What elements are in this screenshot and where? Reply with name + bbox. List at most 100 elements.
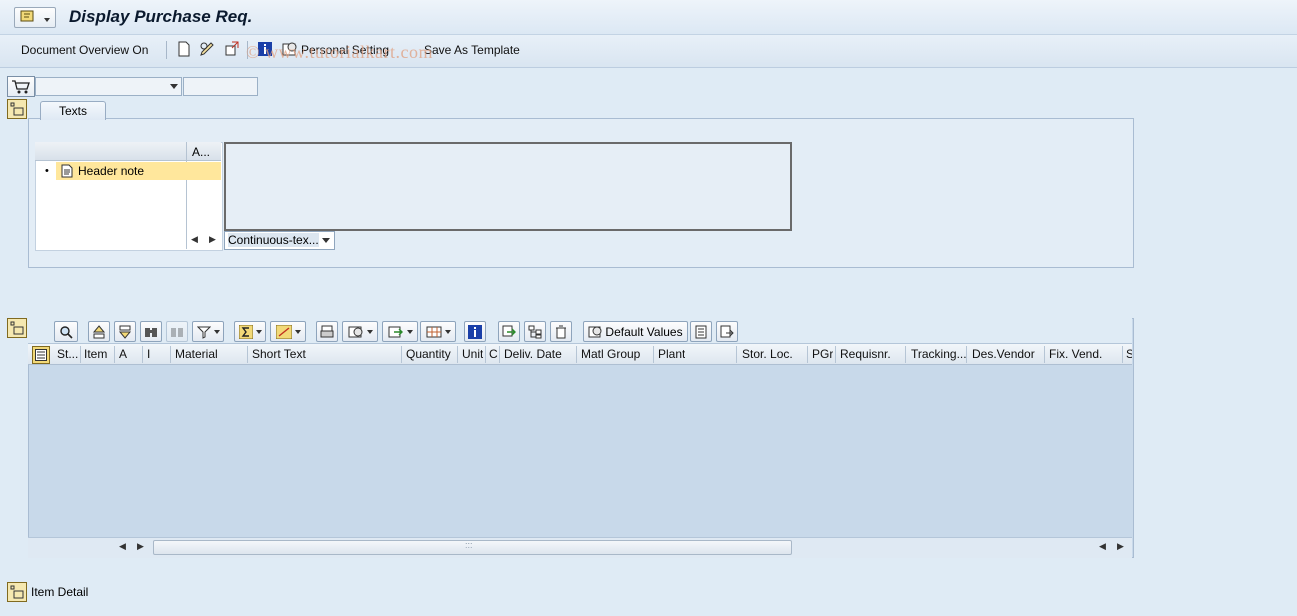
watermark: © www.tutorialkart.com bbox=[246, 42, 433, 62]
expand-section-icon bbox=[10, 585, 24, 599]
dropdown-icon bbox=[366, 329, 373, 334]
toolbar-separator bbox=[166, 41, 167, 59]
column-header-plant[interactable]: Plant bbox=[658, 347, 685, 361]
trash-icon bbox=[556, 325, 566, 338]
cart-button[interactable] bbox=[7, 76, 35, 97]
column-separator bbox=[1044, 346, 1045, 363]
layout-grid-icon bbox=[426, 326, 441, 337]
column-header-status[interactable]: St... bbox=[57, 347, 79, 361]
new-document-icon[interactable] bbox=[175, 40, 193, 58]
sum-icon bbox=[238, 324, 253, 339]
text-editor[interactable] bbox=[224, 142, 792, 231]
total-button[interactable] bbox=[234, 321, 266, 342]
details-button[interactable] bbox=[54, 321, 78, 342]
copy-item-button[interactable] bbox=[498, 321, 520, 342]
column-header-purchasing-group[interactable]: PGr bbox=[812, 347, 833, 361]
column-header-i[interactable]: I bbox=[147, 347, 150, 361]
column-separator bbox=[653, 346, 654, 363]
tree-item-header-note[interactable]: Header note bbox=[78, 164, 144, 178]
select-all-button[interactable] bbox=[32, 346, 50, 364]
default-values-button[interactable]: Default Values bbox=[583, 321, 688, 342]
column-header-unit[interactable]: Unit bbox=[462, 347, 483, 361]
collapse-items-button[interactable] bbox=[7, 318, 27, 338]
other-document-icon[interactable] bbox=[223, 40, 241, 58]
collapse-icon bbox=[10, 321, 24, 335]
column-header-requisitioner[interactable]: Requisnr. bbox=[840, 347, 891, 361]
page-title: Display Purchase Req. bbox=[69, 7, 253, 26]
tree-column-separator bbox=[186, 142, 187, 249]
document-number-field[interactable] bbox=[183, 77, 258, 96]
item-detail-toggle-button[interactable] bbox=[7, 582, 27, 602]
column-separator bbox=[835, 346, 836, 363]
find-button[interactable] bbox=[140, 321, 162, 342]
column-header-fixed-vendor[interactable]: Fix. Vend. bbox=[1049, 347, 1102, 361]
column-separator bbox=[576, 346, 577, 363]
column-separator bbox=[1122, 346, 1123, 363]
column-header-material-group[interactable]: Matl Group bbox=[581, 347, 640, 361]
dropdown-icon bbox=[255, 329, 262, 334]
dropdown-icon bbox=[170, 84, 178, 89]
print-icon bbox=[320, 325, 334, 337]
column-header-quantity[interactable]: Quantity bbox=[406, 347, 451, 361]
scroll-right-icon[interactable]: ▶ bbox=[137, 541, 144, 552]
column-header-item[interactable]: Item bbox=[84, 347, 107, 361]
collapse-header-button[interactable] bbox=[7, 99, 27, 119]
default-values-label: Default Values bbox=[605, 324, 683, 339]
filter-button[interactable] bbox=[192, 321, 224, 342]
subtotal-button[interactable] bbox=[270, 321, 306, 342]
column-separator bbox=[401, 346, 402, 363]
column-header-short-text[interactable]: Short Text bbox=[252, 347, 306, 361]
column-separator bbox=[114, 346, 115, 363]
column-header-storage-location[interactable]: Stor. Loc. bbox=[742, 347, 793, 361]
layout-button[interactable] bbox=[420, 321, 456, 342]
scroll-left-icon[interactable]: ◀ bbox=[119, 541, 126, 552]
account-assignment-button[interactable] bbox=[524, 321, 546, 342]
column-header-delivery-date[interactable]: Deliv. Date bbox=[504, 347, 562, 361]
tree-bullet: • bbox=[45, 165, 49, 177]
column-header-a[interactable]: A bbox=[119, 347, 127, 361]
column-separator bbox=[499, 346, 500, 363]
hierarchy-icon bbox=[528, 325, 542, 338]
sort-ascending-icon bbox=[92, 324, 106, 338]
find-next-button[interactable] bbox=[166, 321, 188, 342]
sort-descending-icon bbox=[118, 325, 132, 339]
column-header-desired-vendor[interactable]: Des.Vendor bbox=[972, 347, 1035, 361]
export-button[interactable] bbox=[382, 321, 418, 342]
tree-scroll-right-icon[interactable]: ▶ bbox=[209, 234, 216, 245]
collapse-icon bbox=[10, 102, 24, 116]
save-as-template-button[interactable]: Save As Template bbox=[424, 43, 520, 57]
grid-info-button[interactable] bbox=[464, 321, 486, 342]
dropdown-icon bbox=[406, 329, 413, 334]
print-preview-button[interactable] bbox=[316, 321, 338, 342]
column-header-c[interactable]: C bbox=[489, 347, 498, 361]
sort-descending-button[interactable] bbox=[114, 321, 136, 342]
display-change-icon[interactable] bbox=[198, 40, 216, 58]
text-format-select[interactable]: Continuous-tex... bbox=[224, 231, 335, 250]
tree-column-header: A... bbox=[192, 145, 211, 159]
dropdown-icon bbox=[322, 238, 330, 243]
item-detail-label[interactable]: Item Detail bbox=[31, 585, 88, 599]
column-header-material[interactable]: Material bbox=[175, 347, 218, 361]
export-icon bbox=[388, 326, 403, 337]
column-header-s[interactable]: S bbox=[1126, 347, 1132, 361]
delete-button[interactable] bbox=[550, 321, 572, 342]
column-separator bbox=[736, 346, 737, 363]
scroll-left-icon[interactable]: ◀ bbox=[1099, 541, 1106, 552]
system-menu-button[interactable] bbox=[14, 7, 56, 28]
scrollbar-thumb[interactable]: ::: bbox=[153, 540, 792, 555]
views-button[interactable] bbox=[342, 321, 378, 342]
find-next-icon bbox=[171, 327, 183, 337]
cart-icon bbox=[12, 80, 30, 94]
expand-detail-button[interactable] bbox=[716, 321, 738, 342]
tab-texts[interactable]: Texts bbox=[40, 101, 106, 120]
tree-scroll-left-icon[interactable]: ◀ bbox=[191, 234, 198, 245]
document-overview-button[interactable]: Document Overview On bbox=[21, 43, 148, 57]
column-header-tracking[interactable]: Tracking... bbox=[911, 347, 967, 361]
info-icon bbox=[468, 324, 482, 339]
sort-ascending-button[interactable] bbox=[88, 321, 110, 342]
copy-icon bbox=[502, 325, 516, 336]
document-type-select[interactable] bbox=[35, 77, 182, 96]
text-list-button[interactable] bbox=[690, 321, 712, 342]
views-icon bbox=[348, 326, 362, 337]
scroll-right-icon[interactable]: ▶ bbox=[1117, 541, 1124, 552]
